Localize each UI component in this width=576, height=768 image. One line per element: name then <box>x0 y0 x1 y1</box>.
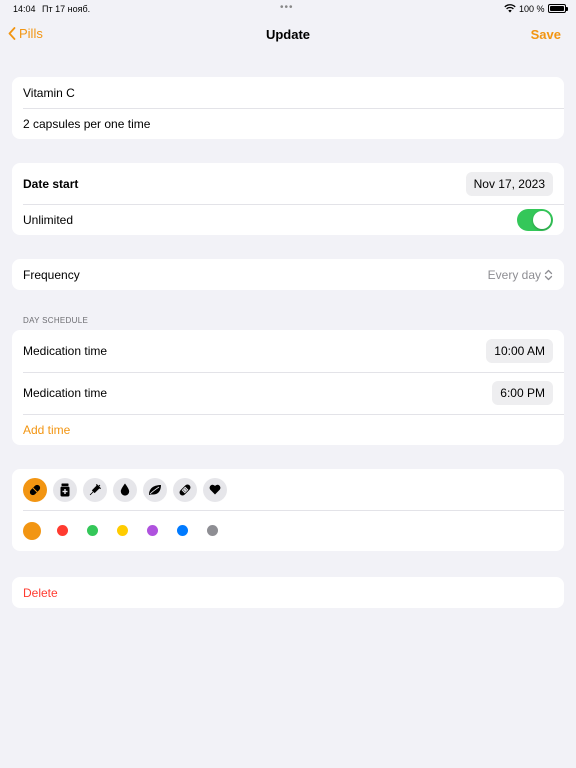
day-schedule-header: DAY SCHEDULE <box>23 316 89 325</box>
pill-icon[interactable] <box>23 477 47 502</box>
color-picker <box>12 510 564 551</box>
unlimited-toggle[interactable] <box>517 208 553 231</box>
frequency-value: Every day <box>487 267 541 282</box>
date-start-row: Date start Nov 17, 2023 <box>12 163 564 204</box>
multitasking-dots-icon[interactable]: ••• <box>280 2 294 13</box>
color-swatch-purple[interactable] <box>147 525 158 536</box>
schedule-card: Medication time 10:00 AM Medication time… <box>12 330 564 445</box>
medication-time-row: Medication time 10:00 AM <box>12 330 564 372</box>
frequency-card: Frequency Every day <box>12 259 564 290</box>
medication-time-picker[interactable]: 10:00 AM <box>486 339 553 363</box>
date-start-label: Date start <box>23 176 79 191</box>
appearance-card <box>12 469 564 551</box>
status-date: Пт 17 нояб. <box>42 4 91 14</box>
pill-info-card: Vitamin C 2 capsules per one time <box>12 77 564 139</box>
status-bar: 14:04 Пт 17 нояб. ••• 100 % <box>0 0 576 18</box>
medication-time-label: Medication time <box>23 344 108 358</box>
wifi-icon <box>504 4 516 13</box>
save-button[interactable]: Save <box>531 27 561 42</box>
icon-picker <box>12 469 564 510</box>
unlimited-label: Unlimited <box>23 212 74 227</box>
color-swatch-gray[interactable] <box>207 525 218 536</box>
heart-icon[interactable] <box>203 477 227 502</box>
color-swatch-red[interactable] <box>57 525 68 536</box>
color-swatch-green[interactable] <box>87 525 98 536</box>
add-time-button[interactable]: Add time <box>23 423 70 437</box>
navigation-bar: Pills Update Save <box>0 22 576 48</box>
unlimited-row: Unlimited <box>12 204 564 235</box>
color-swatch-yellow[interactable] <box>117 525 128 536</box>
dosage-field[interactable]: 2 capsules per one time <box>12 108 564 139</box>
battery-percent: 100 % <box>519 4 545 14</box>
battery-icon <box>548 4 568 13</box>
pill-name-value: Vitamin C <box>23 85 75 100</box>
frequency-label: Frequency <box>23 267 80 282</box>
delete-card: Delete <box>12 577 564 608</box>
frequency-row[interactable]: Frequency Every day <box>12 259 564 290</box>
medication-time-label: Medication time <box>23 386 108 400</box>
chevron-up-down-icon <box>544 269 553 280</box>
medicine-bottle-icon[interactable] <box>53 477 77 502</box>
color-swatch-blue[interactable] <box>177 525 188 536</box>
color-swatch-orange[interactable] <box>23 521 41 540</box>
medication-time-picker[interactable]: 6:00 PM <box>492 381 553 405</box>
add-time-row: Add time <box>12 414 564 445</box>
status-time: 14:04 <box>13 4 36 14</box>
leaf-icon[interactable] <box>143 477 167 502</box>
delete-button[interactable]: Delete <box>23 586 58 600</box>
page-title: Update <box>265 27 311 42</box>
delete-row: Delete <box>12 577 564 608</box>
bandage-icon[interactable] <box>173 477 197 502</box>
pill-name-field[interactable]: Vitamin C <box>12 77 564 108</box>
dosage-value: 2 capsules per one time <box>23 116 151 131</box>
medication-time-row: Medication time 6:00 PM <box>12 372 564 414</box>
syringe-icon[interactable] <box>83 477 107 502</box>
date-start-picker[interactable]: Nov 17, 2023 <box>465 171 553 196</box>
drop-icon[interactable] <box>113 477 137 502</box>
date-card: Date start Nov 17, 2023 Unlimited <box>12 163 564 235</box>
